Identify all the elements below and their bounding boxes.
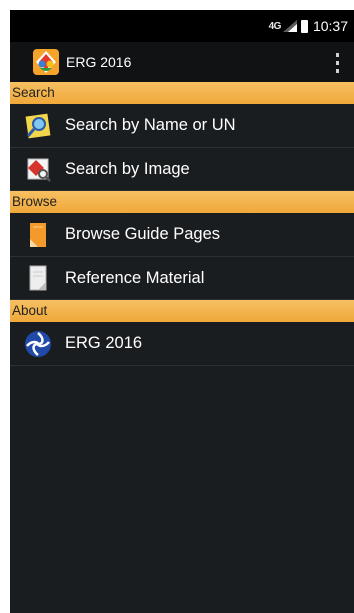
guide-pages-icon [30,222,46,247]
list-item-label: Reference Material [65,268,205,287]
list-item-search-name[interactable]: Search by Name or UN [10,104,354,148]
search-name-icon [25,113,51,138]
app-title: ERG 2016 [66,54,132,70]
dot-logo-icon [25,330,51,357]
list-item-label: Search by Image [65,159,190,178]
list-item-label: ERG 2016 [65,334,143,352]
network-indicator: 4G [268,20,282,32]
battery-icon [300,19,308,33]
action-bar: ERG 2016 [10,42,354,82]
list-item-browse-guide[interactable]: Browse Guide Pages [10,213,354,257]
erg-logo-icon [33,49,59,75]
status-bar: 4G 10:37 [10,10,354,42]
list-item-about-erg[interactable]: ERG 2016 [10,322,354,366]
list-item-label: Search by Name or UN [65,116,236,134]
section-header-search: Search [10,82,354,104]
overflow-menu-icon[interactable] [334,53,340,73]
app-screen: 4G 10:37 ERG 2016 Search Search by Name [10,10,354,613]
search-image-icon [27,158,51,182]
list-item-label: Browse Guide Pages [65,225,221,243]
list-item-reference[interactable]: Reference Material [10,257,354,300]
signal-icon [282,20,297,32]
status-time: 10:37 [312,18,348,34]
list-item-search-image[interactable]: Search by Image [10,148,354,191]
section-header-browse: Browse [10,191,354,213]
reference-material-icon [29,265,47,291]
section-header-about: About [10,300,354,322]
